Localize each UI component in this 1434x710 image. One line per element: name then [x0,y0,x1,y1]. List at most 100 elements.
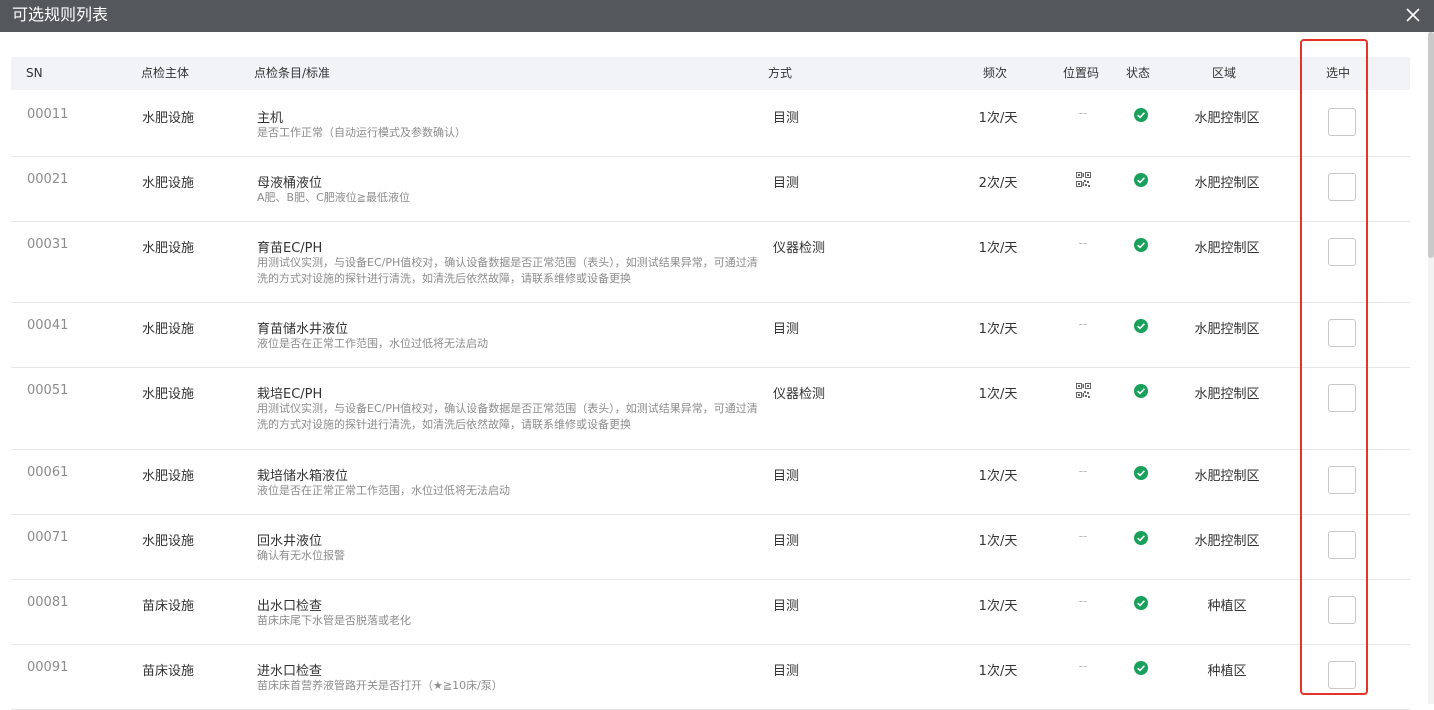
row-sn: 00041 [27,318,69,333]
close-icon[interactable] [1406,5,1420,25]
column-header-frequency: 频次 [983,66,1008,80]
column-header-status: 状态 [1126,66,1151,80]
row-subject: 水肥设施 [142,387,195,402]
row-position-code: -- [1078,594,1088,608]
row-item-description: 液位是否在正常正常工作范围，水位过低将无法启动 [257,484,510,497]
table-row: 00091 苗床设施 进水口检查 苗床床首营养液管路开关是否打开（★≧10床/泵… [11,644,1410,710]
row-method: 目测 [773,534,800,549]
row-area: 种植区 [1207,599,1247,614]
row-item-description: 液位是否在正常工作范围，水位过低将无法启动 [257,337,488,350]
table-row: 00011 水肥设施 主机 是否工作正常（自动运行模式及参数确认） 目测 1次/… [11,91,1410,157]
row-item-description: 是否工作正常（自动运行模式及参数确认） [257,126,466,139]
row-subject: 水肥设施 [142,241,195,256]
row-sn: 00091 [27,660,69,675]
status-ok-icon [1134,173,1148,187]
row-area: 水肥控制区 [1194,111,1260,126]
row-subject: 水肥设施 [142,322,195,337]
row-frequency: 1次/天 [978,387,1018,402]
dialog-title: 可选规则列表 [12,5,109,24]
row-sn: 00021 [27,172,69,187]
row-area: 水肥控制区 [1194,322,1260,337]
row-frequency: 1次/天 [978,111,1018,126]
row-subject: 水肥设施 [142,469,195,484]
status-ok-icon [1134,531,1148,545]
status-ok-icon [1134,384,1148,398]
table-row: 00021 水肥设施 母液桶液位 A肥、B肥、C肥液位≧最低液位 目测 2次/天 [11,156,1410,222]
row-area: 水肥控制区 [1194,176,1260,191]
row-subject: 水肥设施 [142,534,195,549]
row-sn: 00061 [27,465,69,480]
row-sn: 00031 [27,237,69,252]
row-position-code: -- [1078,317,1088,331]
table-row: 00041 水肥设施 育苗储水井液位 液位是否在正常工作范围，水位过低将无法启动… [11,302,1410,368]
column-header-sn: SN [26,66,43,80]
status-ok-icon [1134,596,1148,610]
row-item-description: 用测试仪实测，与设备EC/PH值校对，确认设备数据是否正常范围（表头），如测试结… [257,256,758,285]
row-item-title: 主机 [257,111,284,126]
row-item-description: 苗床床尾下水管是否脱落或老化 [257,614,411,627]
status-ok-icon [1134,238,1148,252]
row-position-code: -- [1078,106,1088,120]
row-frequency: 1次/天 [978,599,1018,614]
row-method: 仪器检测 [773,241,826,256]
row-item-title: 出水口检查 [257,599,323,614]
row-item-description: 用测试仪实测，与设备EC/PH值校对，确认设备数据是否正常范围（表头），如测试结… [257,402,758,431]
row-frequency: 1次/天 [978,241,1018,256]
row-method: 目测 [773,322,800,337]
row-item-title: 回水井液位 [257,534,323,549]
table-row: 00031 水肥设施 育苗EC/PH 用测试仪实测，与设备EC/PH值校对，确认… [11,221,1410,303]
scrollbar-thumb[interactable] [1428,32,1434,258]
row-sn: 00011 [27,107,69,122]
row-position-code: -- [1078,464,1088,478]
row-item-description: 苗床床首营养液管路开关是否打开（★≧10床/泵） [257,679,503,692]
row-sn: 00051 [27,383,69,398]
row-position-code: -- [1078,236,1088,250]
column-header-position-code: 位置码 [1063,66,1100,80]
row-method: 目测 [773,176,800,191]
row-item-title: 母液桶液位 [257,176,323,191]
qr-code-icon[interactable] [1075,383,1091,402]
row-sn: 00081 [27,595,69,610]
row-sn: 00071 [27,530,69,545]
status-ok-icon [1134,319,1148,333]
row-method: 目测 [773,664,800,679]
table-row: 00051 水肥设施 栽培EC/PH 用测试仪实测，与设备EC/PH值校对，确认… [11,367,1410,450]
row-subject: 苗床设施 [142,599,195,614]
row-method: 仪器检测 [773,387,826,402]
row-subject: 苗床设施 [142,664,195,679]
row-position-code [1063,382,1103,402]
table-header: SN 点检主体 点检条目/标准 方式 频次 位置码 状态 区域 选中 [11,57,1410,90]
row-method: 目测 [773,599,800,614]
row-method: 目测 [773,111,800,126]
row-item-description: 确认有无水位报警 [257,549,345,562]
row-subject: 水肥设施 [142,111,195,126]
row-frequency: 1次/天 [978,534,1018,549]
row-item-title: 育苗储水井液位 [257,322,349,337]
column-header-method: 方式 [768,66,793,80]
row-area: 种植区 [1207,664,1247,679]
column-header-subject: 点检主体 [141,66,190,80]
row-item-title: 进水口检查 [257,664,323,679]
table-row: 00071 水肥设施 回水井液位 确认有无水位报警 目测 1次/天 -- 水肥控… [11,514,1410,580]
table-row: 00061 水肥设施 栽培储水箱液位 液位是否在正常正常工作范围，水位过低将无法… [11,449,1410,515]
row-position-code: -- [1078,529,1088,543]
row-item-title: 栽培EC/PH [257,387,323,402]
table-row: 00081 苗床设施 出水口检查 苗床床尾下水管是否脱落或老化 目测 1次/天 … [11,579,1410,645]
row-area: 水肥控制区 [1194,469,1260,484]
status-ok-icon [1134,108,1148,122]
column-header-item: 点检条目/标准 [254,66,331,80]
row-item-title: 育苗EC/PH [257,241,323,256]
column-header-area: 区域 [1212,66,1237,80]
status-ok-icon [1134,466,1148,480]
row-frequency: 1次/天 [978,322,1018,337]
row-area: 水肥控制区 [1194,534,1260,549]
qr-code-icon[interactable] [1075,172,1091,191]
row-frequency: 1次/天 [978,664,1018,679]
row-frequency: 1次/天 [978,469,1018,484]
row-frequency: 2次/天 [978,176,1018,191]
row-area: 水肥控制区 [1194,387,1260,402]
status-ok-icon [1134,661,1148,675]
row-position-code: -- [1078,659,1088,673]
dialog-titlebar: 可选规则列表 [0,0,1434,32]
row-method: 目测 [773,469,800,484]
